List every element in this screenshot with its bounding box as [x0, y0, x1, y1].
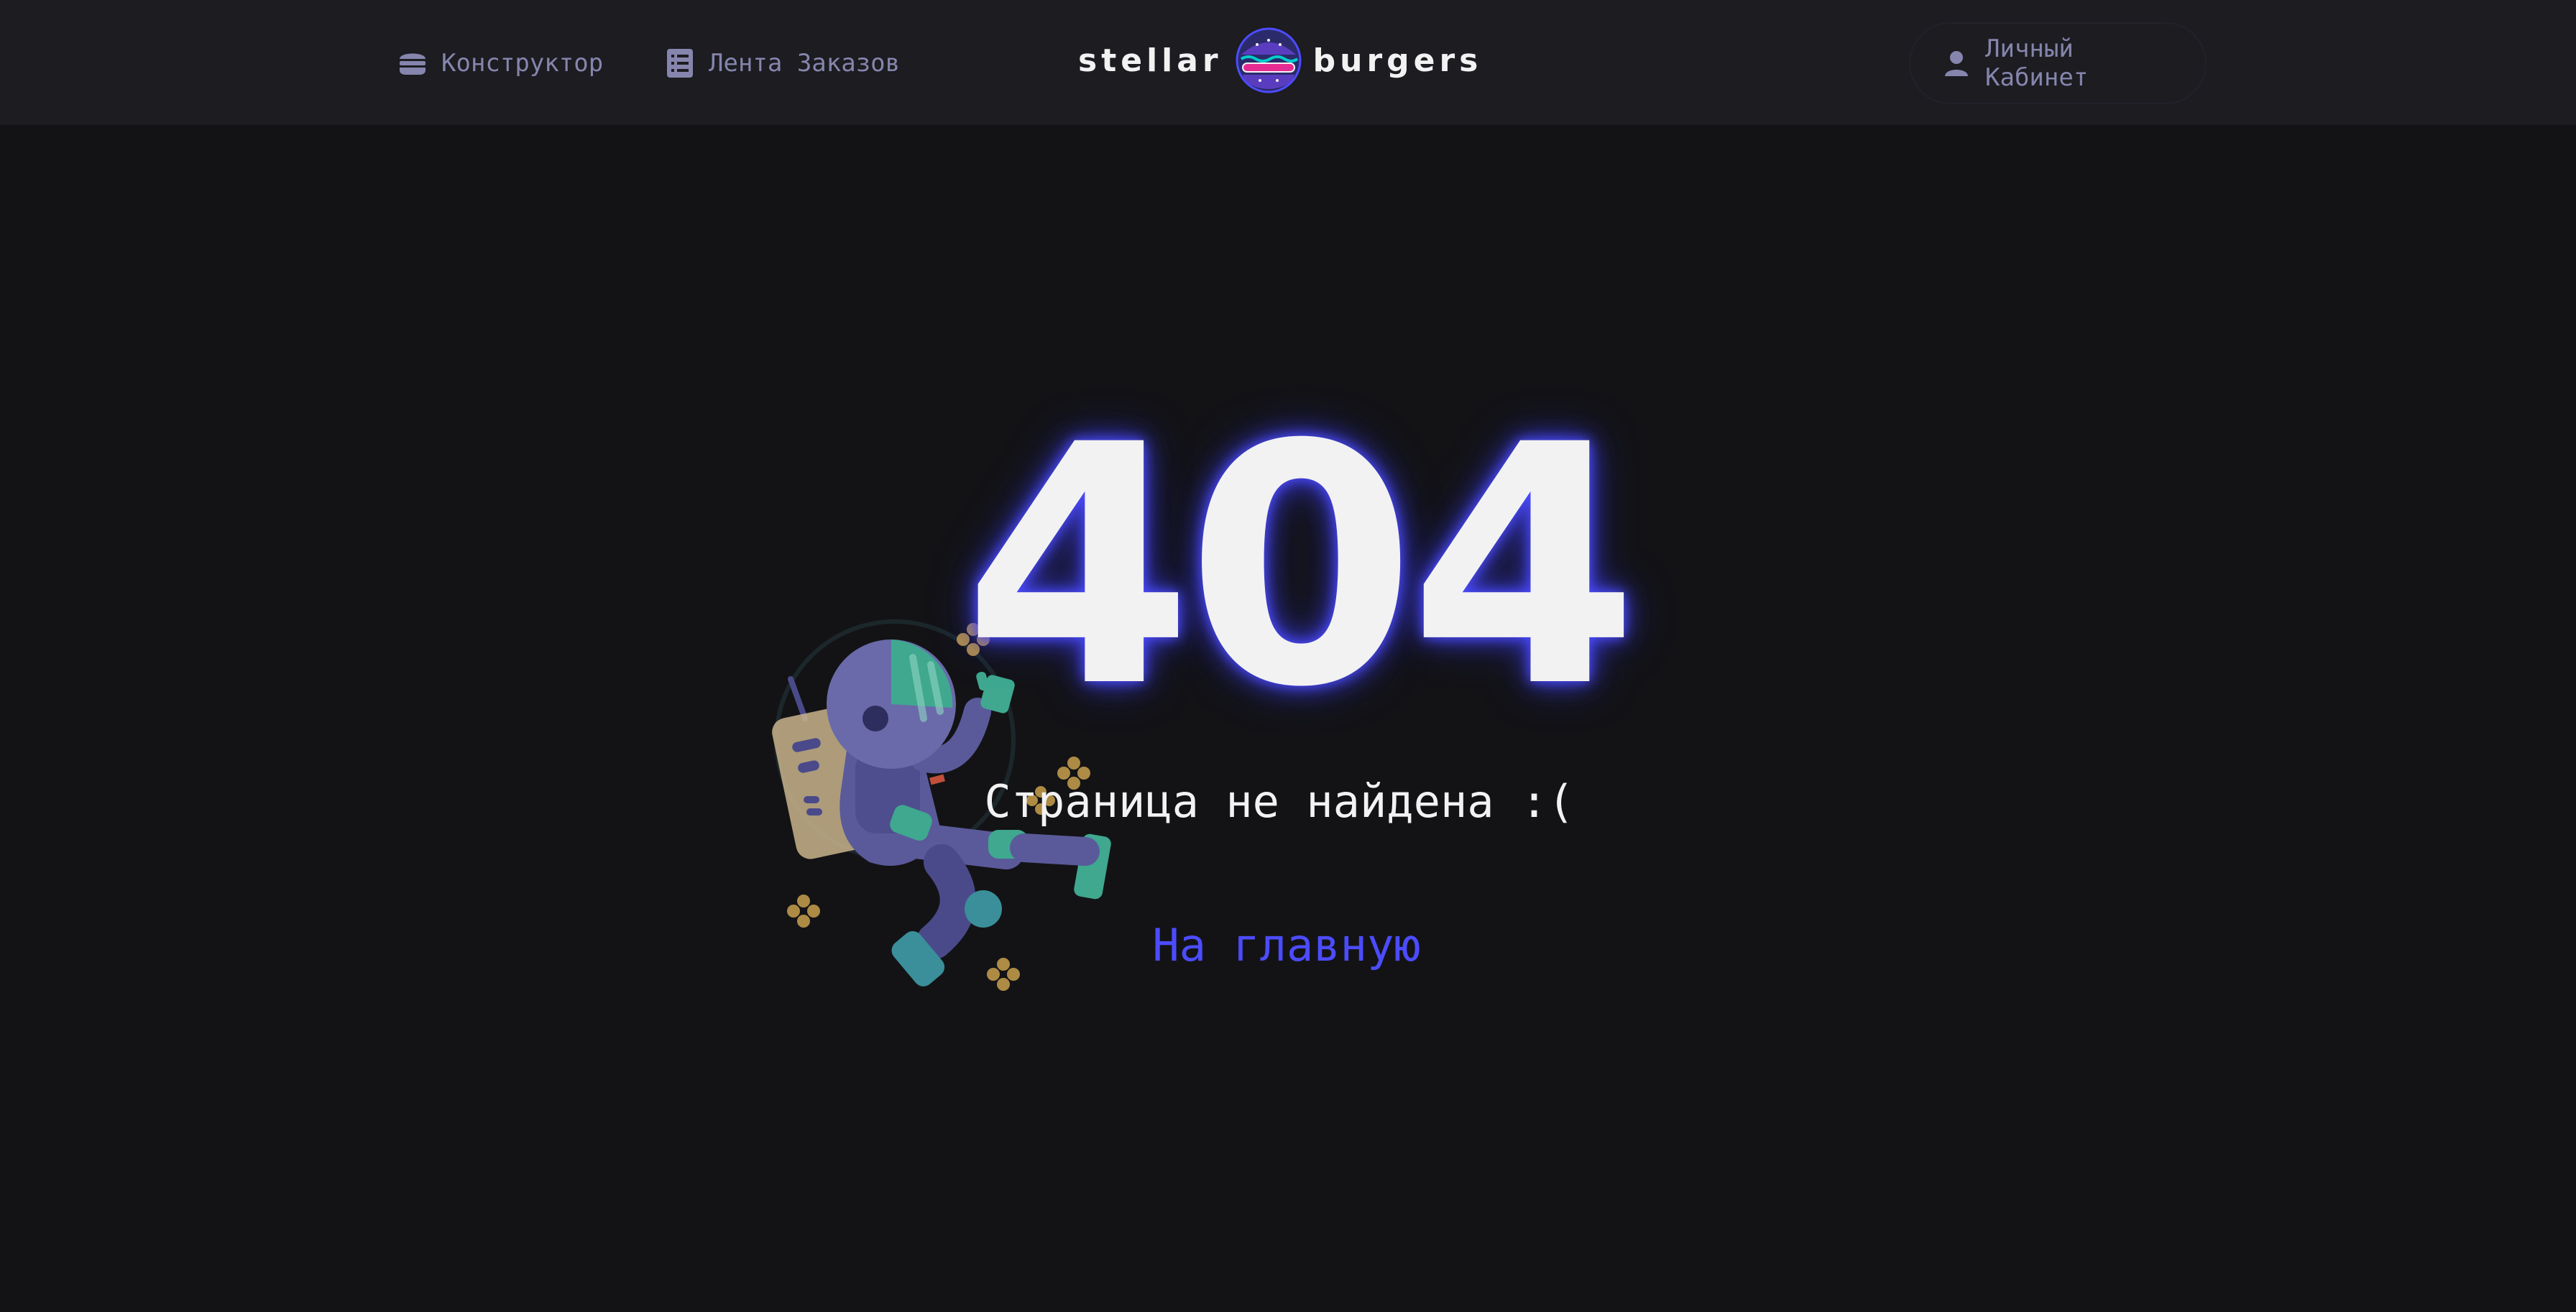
nav-constructor-link[interactable]: Конструктор	[395, 42, 603, 85]
nav-profile-label: Личный Кабинет	[1985, 34, 2089, 92]
not-found-message: Страница не найдена :(	[984, 775, 1575, 828]
profile-icon	[1939, 46, 1974, 80]
logo-text-right: burgers	[1312, 42, 1483, 79]
logo-text-left: stellar	[1078, 42, 1223, 79]
app-header: Конструктор Лента Заказов stellar burger…	[0, 0, 2576, 125]
burger-logo-icon	[1236, 27, 1302, 93]
nav-profile-link[interactable]: Личный Кабинет	[1909, 22, 2207, 104]
burger-icon	[395, 46, 430, 80]
nav-constructor-label: Конструктор	[441, 49, 604, 78]
nav-feed-label: Лента Заказов	[709, 49, 901, 78]
home-link[interactable]: На главную	[1071, 920, 1502, 971]
list-icon	[663, 46, 697, 80]
error-code-404: 404	[963, 375, 1639, 759]
nav-feed-link[interactable]: Лента Заказов	[663, 42, 900, 85]
stellar-burgers-logo[interactable]: stellar burgers	[1078, 24, 1482, 96]
